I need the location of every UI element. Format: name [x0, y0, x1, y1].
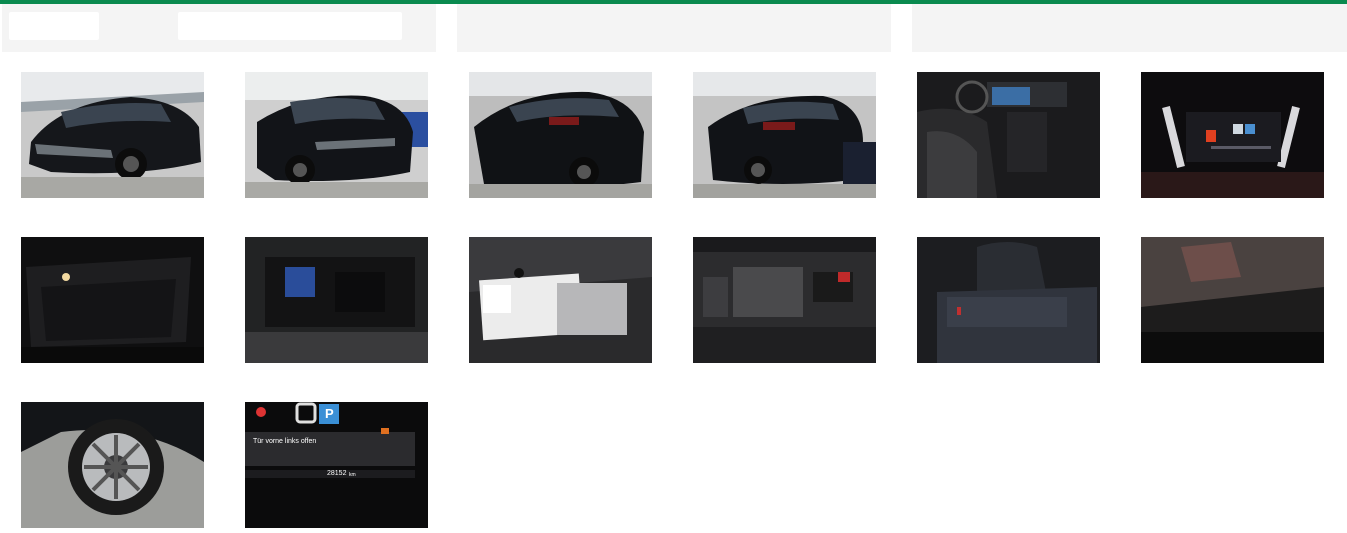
car-rear-right-image	[693, 72, 876, 198]
trunk-image	[21, 237, 204, 363]
photo-underfloor-storage[interactable]	[245, 237, 428, 363]
photo-front-left[interactable]	[21, 72, 204, 198]
photo-engine-bay[interactable]	[693, 237, 876, 363]
manuals-and-key-image	[469, 237, 652, 363]
windshield-reflection-image	[1141, 237, 1324, 363]
filter-field-small[interactable]	[9, 12, 99, 40]
car-rear-left-image	[469, 72, 652, 198]
instrument-cluster-image	[1141, 72, 1324, 198]
photo-trunk[interactable]	[21, 237, 204, 363]
odometer-display-image	[245, 402, 428, 528]
filter-field-wide[interactable]	[178, 12, 402, 40]
photo-rear-right[interactable]	[693, 72, 876, 198]
photo-rear-seats[interactable]	[917, 237, 1100, 363]
photo-front-right[interactable]	[245, 72, 428, 198]
photo-windshield-reflection[interactable]	[1141, 237, 1324, 363]
photo-odometer[interactable]	[245, 402, 428, 528]
underfloor-storage-image	[245, 237, 428, 363]
filter-panel-middle	[457, 4, 891, 52]
rear-seats-image	[917, 237, 1100, 363]
car-front-right-image	[245, 72, 428, 198]
photo-rear-left[interactable]	[469, 72, 652, 198]
car-front-left-image	[21, 72, 204, 198]
photo-wheel[interactable]	[21, 402, 204, 528]
photo-interior-dashboard[interactable]	[917, 72, 1100, 198]
photo-instrument-cluster[interactable]	[1141, 72, 1324, 198]
photo-manuals-and-key[interactable]	[469, 237, 652, 363]
interior-dashboard-image	[917, 72, 1100, 198]
engine-bay-image	[693, 237, 876, 363]
wheel-image	[21, 402, 204, 528]
filter-panel-right	[912, 4, 1347, 52]
filter-panel-left	[2, 4, 436, 52]
